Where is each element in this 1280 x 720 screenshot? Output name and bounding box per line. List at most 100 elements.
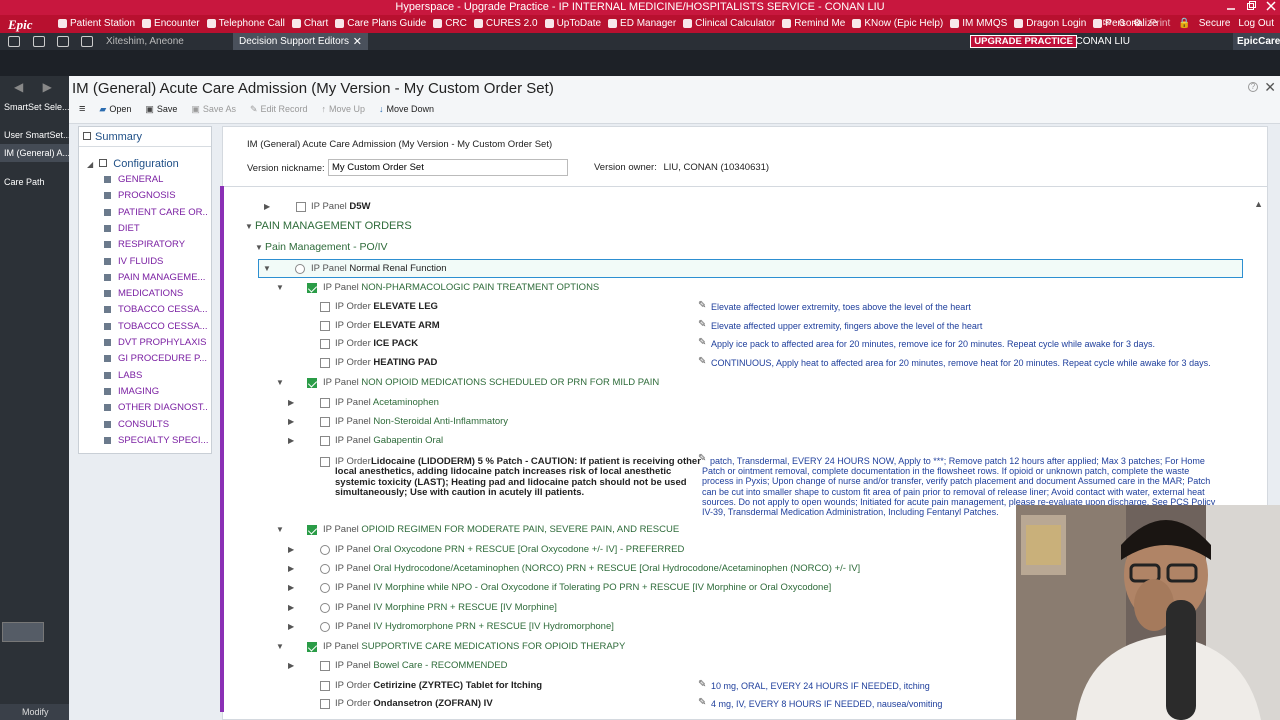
nav-section-item[interactable]: DIET xyxy=(104,223,208,234)
edit-sig-pencil-icon[interactable]: ✎ xyxy=(698,697,706,708)
back-forward-icon[interactable]: ◀ ▶ xyxy=(14,80,60,94)
checkbox[interactable] xyxy=(320,417,330,427)
radio-button[interactable] xyxy=(320,603,330,613)
menu-icon[interactable]: ≡ xyxy=(79,103,85,115)
nav-configuration[interactable]: ◢ Configuration xyxy=(87,158,179,170)
move-down-button[interactable]: ↓ Move Down xyxy=(379,104,434,114)
tree-row-heating-pad[interactable]: IP Order HEATING PAD xyxy=(335,357,437,373)
modify-button[interactable]: Modify xyxy=(0,704,69,720)
toolbar-item-im-mmqs[interactable]: IM MMQS xyxy=(950,18,1007,29)
window-icon[interactable] xyxy=(57,36,69,47)
expand-icon[interactable]: ▶ xyxy=(288,564,294,580)
collapse-icon[interactable]: ▼ xyxy=(276,378,284,394)
toolbar-item-encounter[interactable]: Encounter xyxy=(142,18,200,29)
nav-section-item[interactable]: PATIENT CARE OR... xyxy=(104,207,208,218)
close-tab-icon[interactable]: ✕ xyxy=(353,35,362,48)
collapse-icon[interactable]: ▼ xyxy=(276,525,284,541)
toolbar-item-cures-2-0[interactable]: CURES 2.0 xyxy=(473,18,538,29)
edit-sig-pencil-icon[interactable]: ✎ xyxy=(698,453,706,464)
collapse-icon[interactable]: ▼ xyxy=(276,283,284,299)
tree-row-bowel[interactable]: IP Panel Bowel Care - RECOMMENDED xyxy=(335,660,507,676)
subsection-header-po-iv[interactable]: Pain Management - PO/IV xyxy=(265,241,388,257)
nav-section-item[interactable]: PROGNOSIS xyxy=(104,190,208,201)
logout-button[interactable]: Log Out xyxy=(1238,18,1274,29)
radio-button[interactable] xyxy=(320,622,330,632)
edit-sig-pencil-icon[interactable]: ✎ xyxy=(698,337,706,348)
checkbox[interactable] xyxy=(307,642,317,652)
expand-icon[interactable]: ▶ xyxy=(288,622,294,638)
settings-icon[interactable]: ⚙ xyxy=(1133,18,1142,29)
tree-row-elevate-leg[interactable]: IP Order ELEVATE LEG xyxy=(335,301,438,317)
radio-button[interactable] xyxy=(295,264,305,274)
expand-icon[interactable]: ▶ xyxy=(288,603,294,619)
tools-icon[interactable] xyxy=(2,622,44,642)
checkbox[interactable] xyxy=(307,525,317,535)
edit-sig-pencil-icon[interactable]: ✎ xyxy=(698,319,706,330)
help-icon[interactable]: ? xyxy=(1248,82,1258,92)
radio-button[interactable] xyxy=(320,545,330,555)
toolbar-item-remind-me[interactable]: Remind Me xyxy=(782,18,845,29)
tree-row-ice-pack[interactable]: IP Order ICE PACK xyxy=(335,338,418,354)
tree-row-cetirizine[interactable]: IP Order Cetirizine (ZYRTEC) Tablet for … xyxy=(335,680,542,696)
print-button[interactable]: Print xyxy=(1150,18,1171,29)
checkbox[interactable] xyxy=(320,339,330,349)
checkbox[interactable] xyxy=(296,202,306,212)
epic-logo[interactable]: Epic xyxy=(8,17,33,33)
checkbox[interactable] xyxy=(320,302,330,312)
toolbar-item-care-plans-guide[interactable]: Care Plans Guide xyxy=(335,18,426,29)
checkbox[interactable] xyxy=(320,358,330,368)
nav-section-item[interactable]: RESPIRATORY xyxy=(104,239,208,250)
tree-row-d5w[interactable]: IP Panel D5W xyxy=(311,201,371,217)
tree-row-nsaid[interactable]: IP Panel Non-Steroidal Anti-Inflammatory xyxy=(335,416,508,432)
open-button[interactable]: ▰ Open xyxy=(99,104,131,115)
tree-row-nonpharm[interactable]: IP Panel NON-PHARMACOLOGIC PAIN TREATMEN… xyxy=(323,282,599,298)
list-icon[interactable] xyxy=(33,36,45,47)
checkbox[interactable] xyxy=(320,661,330,671)
nav-section-item[interactable]: GI PROCEDURE P... xyxy=(104,353,208,364)
nav-section-item[interactable]: SPECIALTY SPECI... xyxy=(104,435,208,446)
sidebar-item-care-path[interactable]: Care Path xyxy=(0,173,69,191)
expand-icon[interactable]: ▶ xyxy=(288,545,294,561)
save-button[interactable]: ▣ Save xyxy=(145,104,177,115)
nav-section-item[interactable]: IV FLUIDS xyxy=(104,256,208,267)
section-header-pain-management[interactable]: PAIN MANAGEMENT ORDERS xyxy=(255,220,412,236)
nav-section-item[interactable]: PAIN MANAGEME... xyxy=(104,272,208,283)
scroll-up-icon[interactable]: ▲ xyxy=(1254,199,1263,209)
nav-section-item[interactable]: IMAGING xyxy=(104,386,208,397)
epiccare-button[interactable]: EpicCare xyxy=(1233,33,1280,50)
minimize-icon[interactable] xyxy=(1226,1,1236,11)
sidebar-item-user-smartset[interactable]: User SmartSet... xyxy=(0,126,69,144)
checkbox[interactable] xyxy=(307,378,317,388)
tree-row-morph-npo[interactable]: IP Panel IV Morphine while NPO - Oral Ox… xyxy=(335,582,831,598)
nav-section-item[interactable]: LABS xyxy=(104,370,208,381)
tree-row-opioid[interactable]: IP Panel OPIOID REGIMEN FOR MODERATE PAI… xyxy=(323,524,679,540)
close-activity-icon[interactable]: ✕ xyxy=(1264,79,1276,96)
checkbox[interactable] xyxy=(320,699,330,709)
checkbox[interactable] xyxy=(320,681,330,691)
toolbar-item-telephone-call[interactable]: Telephone Call xyxy=(206,18,285,29)
expand-icon[interactable]: ▶ xyxy=(288,398,294,414)
mail-icon[interactable]: ✉ xyxy=(1103,18,1111,29)
save-as-button[interactable]: ▣ Save As xyxy=(191,104,236,115)
tree-row-gabapentin[interactable]: IP Panel Gabapentin Oral xyxy=(335,435,443,451)
nav-section-item[interactable]: TOBACCO CESSA... xyxy=(104,304,208,315)
restore-icon[interactable] xyxy=(1246,1,1256,11)
radio-button[interactable] xyxy=(320,583,330,593)
expand-icon[interactable]: ▶ xyxy=(288,436,294,452)
checkbox[interactable] xyxy=(307,283,317,293)
tree-row-morph-prn[interactable]: IP Panel IV Morphine PRN + RESCUE [IV Mo… xyxy=(335,602,557,618)
tree-row-supportive[interactable]: IP Panel SUPPORTIVE CARE MEDICATIONS FOR… xyxy=(323,641,625,657)
toolbar-item-uptodate[interactable]: UpToDate xyxy=(544,18,601,29)
radio-button[interactable] xyxy=(320,564,330,574)
tree-row-oxy[interactable]: IP Panel Oral Oxycodone PRN + RESCUE [Or… xyxy=(335,544,684,560)
nav-section-item[interactable]: GENERAL xyxy=(104,174,208,185)
tree-row-elevate-arm[interactable]: IP Order ELEVATE ARM xyxy=(335,320,440,336)
edit-sig-pencil-icon[interactable]: ✎ xyxy=(698,300,706,311)
expand-icon[interactable]: ▶ xyxy=(264,202,270,218)
edit-record-button[interactable]: ✎ Edit Record xyxy=(250,104,308,115)
version-nickname-input[interactable] xyxy=(328,159,568,176)
toolbar-item-crc[interactable]: CRC xyxy=(433,18,467,29)
tree-row-acetaminophen[interactable]: IP Panel Acetaminophen xyxy=(335,397,439,413)
toolbar-item-ed-manager[interactable]: ED Manager xyxy=(608,18,676,29)
toolbar-item-know-epic-help[interactable]: KNow (Epic Help) xyxy=(852,18,943,29)
